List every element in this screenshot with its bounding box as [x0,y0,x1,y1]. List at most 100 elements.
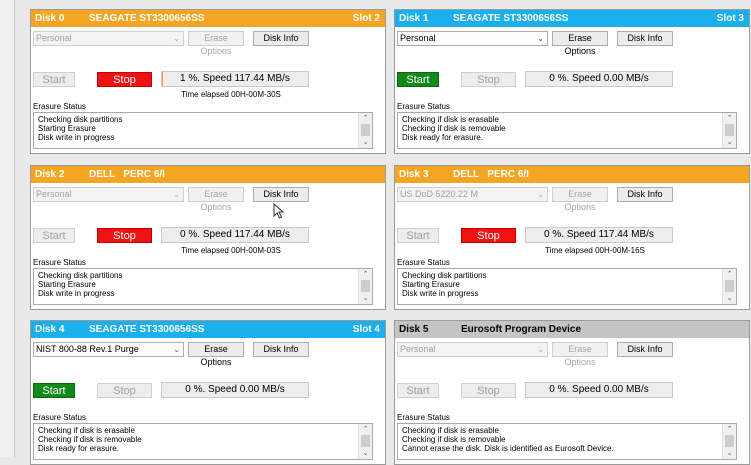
disk-info-button[interactable]: Disk Info [617,31,673,46]
scroll-up-icon[interactable]: ⌃ [723,270,736,279]
disk-header: Disk 0 SEAGATE ST3300656SS Slot 2 [31,10,385,27]
erasure-status-label: Erasure Status [33,102,86,111]
start-button: Start [397,383,439,398]
erase-options-button[interactable]: Erase Options [552,31,608,56]
status-scrollbar[interactable]: ⌃ ⌄ [358,269,372,304]
speed-text: 1 %. Speed 117.44 MB/s [180,73,290,84]
scroll-thumb[interactable] [361,280,370,292]
disk-info-button[interactable]: Disk Info [253,31,309,46]
status-scrollbar[interactable]: ⌃ ⌄ [722,113,736,148]
disk-slot: Slot 2 [352,13,380,24]
status-line: Checking if disk is removable [402,435,506,444]
erase-method-select: Personal ⌄ [397,342,548,357]
progress-speed-bar: 0 %. Speed 117.44 MB/s [525,227,673,243]
disk-info-button[interactable]: Disk Info [253,187,309,202]
chevron-down-icon[interactable]: ⌄ [537,32,544,45]
erasure-status-log[interactable]: Checking disk partitions Starting Erasur… [33,112,373,149]
scroll-up-icon[interactable]: ⌃ [723,425,736,434]
erase-method-select[interactable]: NIST 800-88 Rev.1 Purge ⌄ [33,342,184,357]
disk-info-button[interactable]: Disk Info [253,342,309,357]
stop-button[interactable]: Stop [97,228,152,243]
status-line: Disk ready for erasure. [38,444,119,453]
erasure-status-label: Erasure Status [397,258,450,267]
start-button[interactable]: Start [33,383,75,398]
scroll-down-icon[interactable]: ⌄ [723,138,736,147]
speed-text: 0 %. Speed 117.44 MB/s [544,229,654,240]
erase-method-value: Personal [36,33,72,43]
erase-options-button: Erase Options [188,31,244,56]
speed-text: 0 %. Speed 0.00 MB/s [185,384,285,395]
scroll-thumb[interactable] [361,435,370,447]
disk-model: SEAGATE ST3300656SS [89,13,205,24]
speed-text: 0 %. Speed 0.00 MB/s [549,384,649,395]
disk-panel-5: Disk 5 Eurosoft Program Device Personal … [394,320,750,465]
erasure-status-label: Erasure Status [397,102,450,111]
disk-model: SEAGATE ST3300656SS [89,324,205,335]
status-line: Disk write in progress [38,289,115,298]
time-elapsed: Time elapsed 00H-00M-16S [545,246,645,255]
disk-panel-1: Disk 1 SEAGATE ST3300656SS Slot 3 Person… [394,9,750,154]
erase-method-select: Personal ⌄ [33,31,184,46]
stop-button: Stop [461,72,516,87]
status-scrollbar[interactable]: ⌃ ⌄ [358,424,372,459]
erase-method-select[interactable]: Personal ⌄ [397,31,548,46]
start-button[interactable]: Start [397,72,439,87]
disk-model: DELL PERC 6/I [89,169,165,180]
scroll-thumb[interactable] [725,124,734,136]
speed-text: 0 %. Speed 0.00 MB/s [549,73,649,84]
status-scrollbar[interactable]: ⌃ ⌄ [722,269,736,304]
scroll-down-icon[interactable]: ⌄ [723,294,736,303]
erasure-status-label: Erasure Status [33,258,86,267]
scroll-up-icon[interactable]: ⌃ [359,270,372,279]
erase-method-select: Personal ⌄ [33,187,184,202]
erasure-status-log[interactable]: Checking if disk is erasable Checking if… [397,112,737,149]
erase-method-value: Personal [36,189,72,199]
chevron-down-icon: ⌄ [173,34,180,43]
disk-header: Disk 3 DELL PERC 6/I [395,166,749,183]
stop-button: Stop [461,383,516,398]
progress-speed-bar: 0 %. Speed 117.44 MB/s [161,227,309,243]
erasure-status-log[interactable]: Checking disk partitions Starting Erasur… [33,268,373,305]
disk-label: Disk 1 [399,13,429,24]
scroll-down-icon[interactable]: ⌄ [359,138,372,147]
disk-label: Disk 5 [399,324,429,335]
scroll-up-icon[interactable]: ⌃ [359,114,372,123]
disk-header: Disk 5 Eurosoft Program Device [395,321,749,338]
disk-info-button[interactable]: Disk Info [617,187,673,202]
disk-label: Disk 2 [35,169,65,180]
scroll-thumb[interactable] [725,435,734,447]
status-line: Cannot erase the disk. Disk is identifie… [402,444,614,453]
scroll-down-icon[interactable]: ⌄ [359,294,372,303]
stop-button[interactable]: Stop [461,228,516,243]
disk-slot: Slot 3 [716,13,744,24]
chevron-down-icon[interactable]: ⌄ [173,343,180,356]
erase-options-button[interactable]: Erase Options [188,342,244,367]
status-line: Checking if disk is erasable [402,426,499,435]
status-scrollbar[interactable]: ⌃ ⌄ [722,424,736,459]
disk-label: Disk 4 [35,324,65,335]
status-line: Starting Erasure [38,124,96,133]
erasure-status-log[interactable]: Checking if disk is erasable Checking if… [33,423,373,460]
status-line: Checking if disk is removable [402,124,506,133]
status-line: Checking if disk is erasable [402,115,499,124]
erasure-status-log[interactable]: Checking disk partitions Starting Erasur… [397,268,737,305]
mouse-pointer-icon [273,203,285,219]
stop-button[interactable]: Stop [97,72,152,87]
status-scrollbar[interactable]: ⌃ ⌄ [358,113,372,148]
status-line: Checking disk partitions [38,271,123,280]
disk-info-button[interactable]: Disk Info [617,342,673,357]
disk-panel-3: Disk 3 DELL PERC 6/I US DoD 5220.22 M ⌄ … [394,165,750,310]
scroll-up-icon[interactable]: ⌃ [723,114,736,123]
disk-label: Disk 3 [399,169,429,180]
disk-panel-2: Disk 2 DELL PERC 6/I Personal ⌄ Erase Op… [30,165,386,310]
erasure-status-log[interactable]: Checking if disk is erasable Checking if… [397,423,737,460]
status-line: Checking disk partitions [402,271,487,280]
chevron-down-icon: ⌄ [537,190,544,199]
scroll-thumb[interactable] [361,124,370,136]
progress-speed-bar: 0 %. Speed 0.00 MB/s [161,382,309,398]
scroll-thumb[interactable] [725,280,734,292]
scroll-up-icon[interactable]: ⌃ [359,425,372,434]
speed-text: 0 %. Speed 117.44 MB/s [180,229,290,240]
disk-label: Disk 0 [35,13,65,24]
progress-speed-bar: 0 %. Speed 0.00 MB/s [525,71,673,87]
